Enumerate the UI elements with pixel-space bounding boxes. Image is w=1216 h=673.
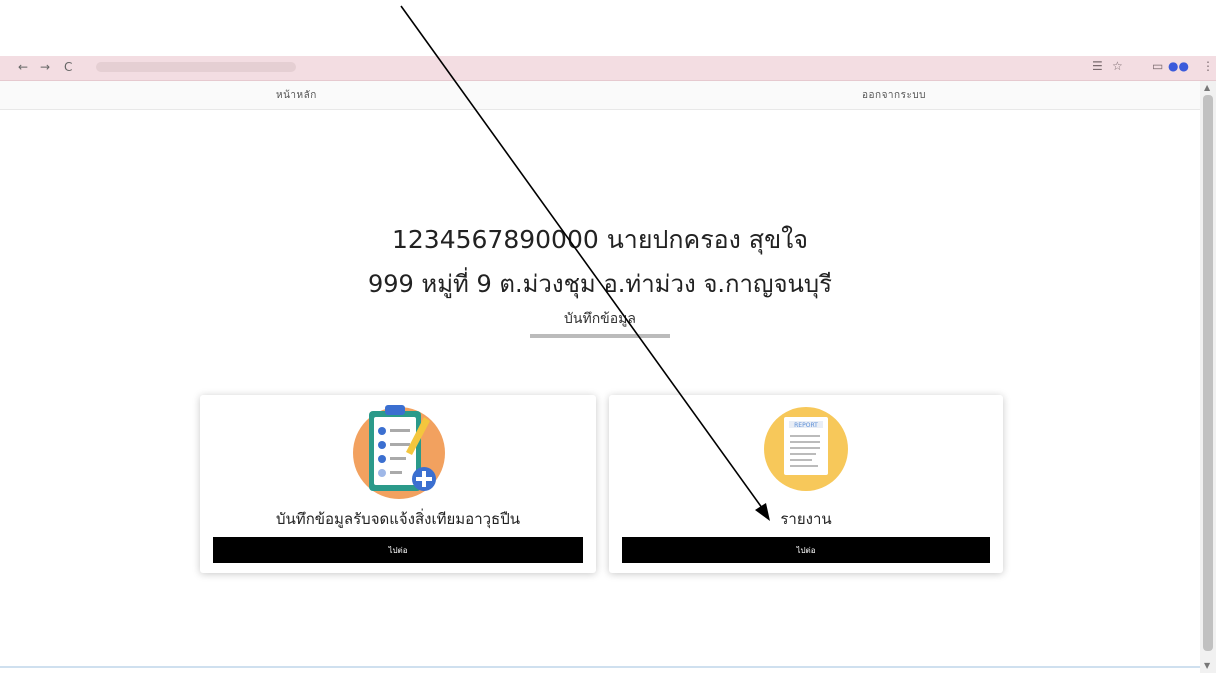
site-nav: หน้าหลัก ออกจากระบบ — [0, 81, 1200, 110]
record-data-next-button[interactable]: ไปต่อ — [213, 537, 583, 563]
card-title: บันทึกข้อมูลรับจดแจ้งสิ่งเทียมอาวุธปืน — [276, 510, 520, 528]
menu-icon[interactable]: ⋮ — [1202, 59, 1214, 73]
scroll-up-icon[interactable]: ▲ — [1204, 83, 1210, 92]
nav-home-link[interactable]: หน้าหลัก — [276, 88, 317, 103]
user-id-name: 1234567890000 นายปกครอง สุขใจ — [391, 225, 809, 254]
report-next-button[interactable]: ไปต่อ — [622, 537, 990, 563]
report-document-icon: REPORT — [764, 407, 848, 491]
user-address: 999 หมู่ที่ 9 ต.ม่วงชุม อ.ท่าม่วง จ.กาญจ… — [367, 270, 833, 298]
address-bar[interactable] — [96, 62, 296, 72]
window-icon[interactable]: ▭ — [1152, 59, 1163, 73]
page-bottom-border — [0, 666, 1200, 668]
card-title: รายงาน — [780, 510, 832, 528]
back-icon[interactable]: ← — [18, 60, 28, 74]
scrollbar[interactable]: ▲ ▼ — [1200, 81, 1216, 673]
svg-text:REPORT: REPORT — [794, 422, 818, 429]
browser-toolbar: ← → C ☰ ☆ ▭ ●● ⋮ — [0, 56, 1216, 81]
scroll-down-icon[interactable]: ▼ — [1204, 661, 1210, 670]
record-data-card: บันทึกข้อมูลรับจดแจ้งสิ่งเทียมอาวุธปืน ไ… — [200, 395, 596, 573]
section-subtitle — [0, 332, 1200, 339]
report-card: REPORT รายงาน ไปต่อ — [609, 395, 1003, 573]
extension-icon[interactable]: ☰ — [1092, 59, 1103, 73]
reload-icon[interactable]: C — [64, 60, 72, 74]
profile-icon[interactable]: ●● — [1168, 59, 1189, 73]
nav-logout-link[interactable]: ออกจากระบบ — [862, 88, 926, 103]
forward-icon[interactable]: → — [40, 60, 50, 74]
scrollbar-thumb[interactable] — [1203, 95, 1213, 651]
section-title: บันทึกข้อมูล — [564, 311, 636, 327]
clipboard-checklist-icon — [353, 405, 445, 499]
star-icon[interactable]: ☆ — [1112, 59, 1123, 73]
